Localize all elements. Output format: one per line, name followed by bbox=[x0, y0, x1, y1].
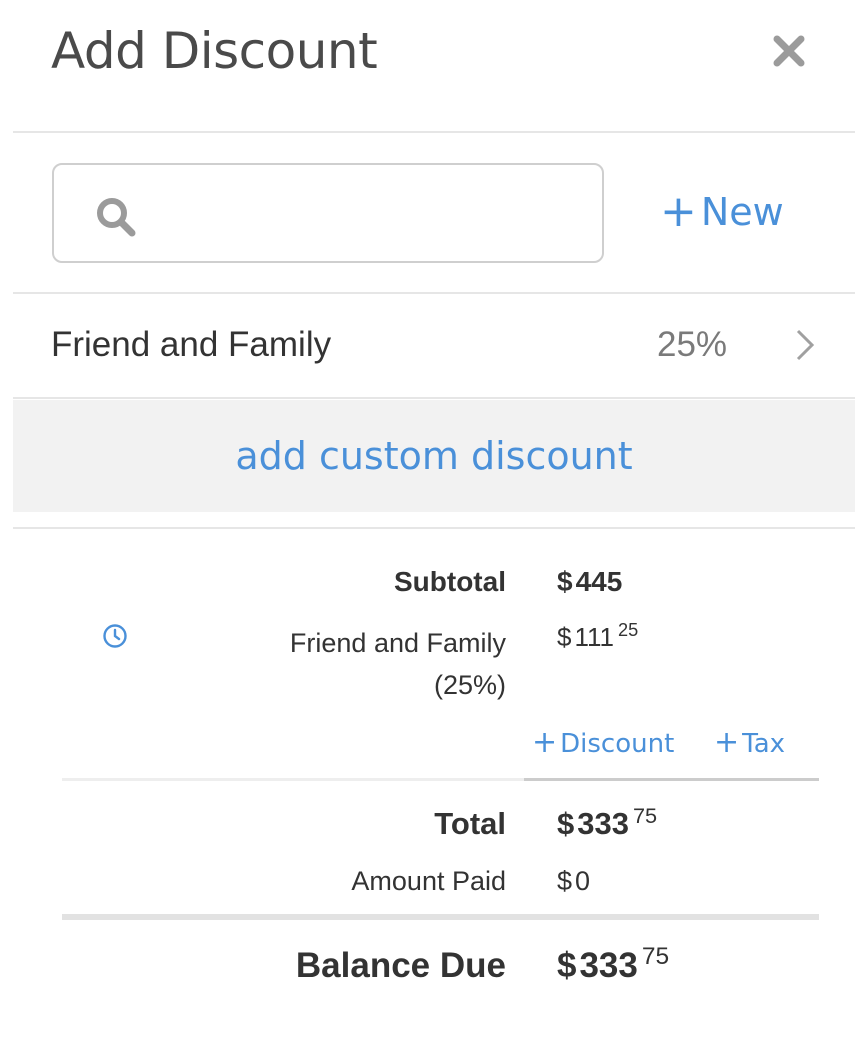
subtotal-value: $445 bbox=[557, 566, 622, 598]
plus-icon: + bbox=[532, 725, 558, 760]
discount-line-currency: $ bbox=[557, 622, 572, 652]
header-divider bbox=[13, 131, 855, 133]
discount-line-label: Friend and Family (25%) bbox=[290, 622, 506, 706]
discount-percent: 25% bbox=[657, 325, 728, 364]
discount-line-name: Friend and Family bbox=[289, 628, 506, 658]
total-value: $333 75 bbox=[557, 802, 658, 842]
balance-due-value: $333 75 bbox=[557, 943, 670, 986]
total-currency: $ bbox=[557, 806, 575, 841]
add-tax-label: Tax bbox=[742, 729, 786, 759]
amount-paid-value: $0 bbox=[557, 866, 590, 897]
balance-due-label: Balance Due bbox=[295, 946, 506, 985]
row-divider bbox=[13, 397, 855, 399]
total-amount: 333 bbox=[577, 806, 629, 841]
balance-due-amount: 333 bbox=[579, 946, 638, 985]
plus-icon: + bbox=[660, 186, 697, 237]
close-button[interactable] bbox=[768, 30, 810, 72]
total-label: Total bbox=[434, 806, 506, 841]
discount-line-percent: (25%) bbox=[433, 670, 506, 700]
balance-due-currency: $ bbox=[557, 946, 577, 985]
new-button-label: New bbox=[700, 190, 784, 234]
add-discount-link[interactable]: + Discount bbox=[532, 725, 674, 760]
total-divider-accent bbox=[524, 778, 819, 781]
amount-paid-label: Amount Paid bbox=[351, 866, 506, 896]
clock-icon[interactable] bbox=[101, 622, 129, 650]
discount-line-cents: 25 bbox=[618, 620, 639, 641]
subtotal-amount: 445 bbox=[575, 566, 623, 597]
plus-icon: + bbox=[714, 725, 740, 760]
discount-item-friend-and-family[interactable]: Friend and Family 25% bbox=[13, 295, 855, 397]
chevron-right-icon bbox=[796, 329, 815, 361]
page-title: Add Discount bbox=[51, 22, 378, 80]
subtotal-label: Subtotal bbox=[394, 566, 506, 597]
summary-divider bbox=[13, 527, 855, 529]
add-tax-link[interactable]: + Tax bbox=[714, 725, 785, 760]
discount-name: Friend and Family bbox=[51, 325, 332, 364]
add-discount-label: Discount bbox=[560, 729, 675, 759]
search-icon bbox=[97, 198, 136, 237]
search-input[interactable] bbox=[154, 185, 584, 243]
discount-line-amount: 111 bbox=[574, 622, 614, 652]
balance-due-cents: 75 bbox=[641, 943, 670, 971]
close-icon bbox=[773, 35, 805, 67]
add-custom-discount-button[interactable]: add custom discount bbox=[13, 400, 855, 512]
amount-paid-amount: 0 bbox=[575, 866, 591, 896]
total-divider bbox=[62, 778, 524, 781]
search-divider bbox=[13, 292, 855, 294]
amount-paid-currency: $ bbox=[557, 866, 573, 896]
total-cents: 75 bbox=[632, 802, 658, 828]
balance-divider bbox=[62, 914, 819, 920]
discount-line-value: $111 25 bbox=[557, 620, 639, 653]
new-discount-button[interactable]: + New bbox=[660, 186, 784, 237]
add-custom-discount-label: add custom discount bbox=[235, 434, 633, 478]
search-box[interactable] bbox=[52, 163, 604, 263]
subtotal-currency: $ bbox=[557, 566, 573, 597]
